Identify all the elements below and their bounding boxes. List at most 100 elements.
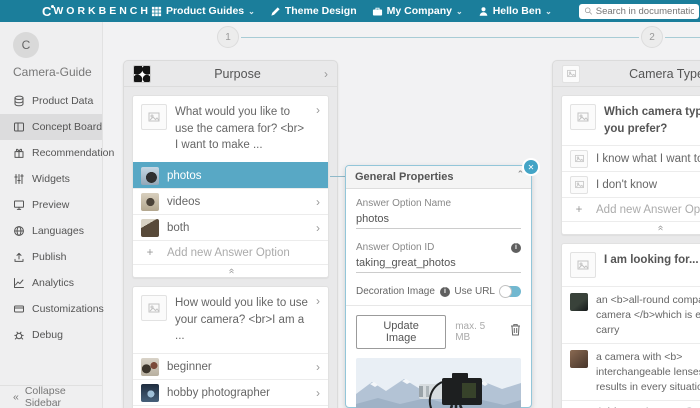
sidebar-item-widgets[interactable]: Widgets bbox=[0, 166, 102, 192]
double-chevron-up-icon: « bbox=[655, 226, 665, 232]
sidebar-item-publish[interactable]: Publish bbox=[0, 244, 102, 270]
question-row[interactable]: What would you like to use the camera fo… bbox=[133, 96, 328, 162]
nav-my-company[interactable]: My Company ⌄ bbox=[372, 5, 463, 17]
add-answer-option-button[interactable]: + Add new Answer Option bbox=[133, 240, 328, 264]
use-url-label: Use URL bbox=[454, 286, 495, 297]
question-row[interactable]: I am looking for... bbox=[562, 244, 700, 286]
collapse-sidebar-button[interactable]: « Collapse Sidebar bbox=[0, 385, 102, 408]
chevron-right-icon: › bbox=[316, 295, 320, 307]
publish-icon bbox=[13, 251, 25, 263]
image-placeholder-icon bbox=[570, 252, 596, 278]
image-placeholder-icon bbox=[141, 295, 167, 321]
bug-icon bbox=[13, 329, 25, 341]
purpose-header-image bbox=[133, 65, 151, 83]
option-thumbnail bbox=[141, 384, 159, 402]
info-icon[interactable]: i bbox=[440, 287, 450, 297]
avatar: C bbox=[13, 32, 39, 58]
nav-hello-ben[interactable]: Hello Ben ⌄ bbox=[478, 5, 552, 17]
close-icon: ✕ bbox=[528, 163, 535, 172]
info-icon[interactable]: i bbox=[511, 243, 521, 253]
option-label: beginner bbox=[167, 361, 308, 373]
plus-icon: + bbox=[141, 247, 159, 259]
max-size-label: max. 5 MB bbox=[455, 321, 501, 343]
sidebar-item-concept-board[interactable]: Concept Board bbox=[0, 114, 102, 140]
step-badge-2[interactable]: 2 bbox=[641, 26, 663, 48]
sidebar-item-label: Preview bbox=[32, 199, 69, 211]
sidebar-item-product-data[interactable]: Product Data bbox=[0, 88, 102, 114]
sidebar-item-label: Debug bbox=[32, 329, 63, 341]
pencil-icon bbox=[270, 6, 281, 17]
close-panel-button[interactable]: ✕ bbox=[522, 158, 540, 176]
answer-option-dont-know[interactable]: I don't know bbox=[562, 171, 700, 197]
top-navigation: Product Guides ⌄ Theme Design My Company… bbox=[151, 4, 700, 19]
sidebar-item-languages[interactable]: Languages bbox=[0, 218, 102, 244]
sidebar-item-recommendation[interactable]: Recommendation bbox=[0, 140, 102, 166]
sidebar-item-label: Widgets bbox=[32, 173, 70, 185]
search-icon bbox=[584, 6, 593, 16]
trash-icon[interactable] bbox=[510, 323, 521, 341]
answer-option-hobby-photographer[interactable]: hobby photographer › bbox=[133, 379, 328, 405]
answer-option-compact-camera[interactable]: an <b>all-round compact camera </b>which… bbox=[562, 286, 700, 343]
chevron-right-icon: › bbox=[316, 361, 320, 373]
decoration-image-row: Decoration Image i Use URL bbox=[356, 286, 521, 297]
question-row[interactable]: Which camera type do you prefer? bbox=[562, 96, 700, 145]
answer-option-photos[interactable]: photos bbox=[133, 162, 328, 188]
collapse-icon: « bbox=[13, 391, 19, 403]
sidebar-item-label: Product Data bbox=[32, 95, 93, 107]
search-input[interactable] bbox=[596, 6, 694, 17]
sidebar-item-label: Analytics bbox=[32, 277, 74, 289]
sidebar-item-label: Languages bbox=[32, 225, 84, 237]
question-card-which-camera-type: Which camera type do you prefer? I know … bbox=[561, 95, 700, 235]
purpose-card-header[interactable]: Purpose › bbox=[124, 61, 337, 87]
answer-option-interchangeable-lenses[interactable]: a camera with <b> interchangeable lenses… bbox=[562, 343, 700, 400]
step-badge-1[interactable]: 1 bbox=[217, 26, 239, 48]
answer-option-id-label-text: Answer Option ID bbox=[356, 242, 434, 253]
collapse-options-button[interactable]: « bbox=[562, 221, 700, 234]
divider bbox=[346, 305, 531, 306]
answer-option-i-know[interactable]: I know what I want to select bbox=[562, 145, 700, 171]
answer-option-both[interactable]: both › bbox=[133, 214, 328, 240]
answer-option-name-label: Answer Option Name bbox=[356, 198, 521, 209]
sidebar-item-debug[interactable]: Debug bbox=[0, 322, 102, 348]
properties-panel-header[interactable]: General Properties ˆ bbox=[346, 166, 531, 189]
nav-product-guides[interactable]: Product Guides ⌄ bbox=[151, 5, 255, 17]
collapse-options-button[interactable]: « bbox=[133, 264, 328, 277]
answer-option-videos[interactable]: videos › bbox=[133, 188, 328, 214]
answer-option-id-label: Answer Option ID i bbox=[356, 242, 521, 253]
answer-option-id-field[interactable]: taking_great_photos bbox=[356, 253, 521, 273]
option-label: I know what I want to select bbox=[596, 153, 700, 165]
question-text: I am looking for... bbox=[604, 252, 700, 269]
use-url-control: Use URL bbox=[454, 286, 521, 297]
camera-type-card-header[interactable]: Camera Type › bbox=[553, 61, 700, 87]
sidebar-item-preview[interactable]: Preview bbox=[0, 192, 102, 218]
option-thumbnail bbox=[570, 293, 588, 311]
answer-option-beginner[interactable]: beginner › bbox=[133, 353, 328, 379]
chevron-right-icon: › bbox=[316, 196, 320, 208]
update-image-button[interactable]: Update Image bbox=[356, 315, 446, 349]
use-url-toggle[interactable] bbox=[500, 286, 521, 297]
monitor-icon bbox=[13, 199, 25, 211]
sidebar-item-customizations[interactable]: Customizations bbox=[0, 296, 102, 322]
purpose-card-body: What would you like to use the camera fo… bbox=[124, 87, 337, 408]
workbench-logo[interactable]: C WORKBENCH bbox=[42, 4, 151, 19]
question-card-looking-for: I am looking for... an <b>all-round comp… bbox=[561, 243, 700, 408]
briefcase-icon bbox=[372, 6, 383, 17]
user-icon bbox=[478, 6, 489, 17]
answer-option-name-field[interactable]: photos bbox=[356, 209, 521, 229]
image-placeholder-icon bbox=[570, 176, 588, 194]
option-label: hobby photographer bbox=[167, 387, 308, 399]
option-thumbnail bbox=[141, 167, 159, 185]
sidebar: C Camera-Guide Product Data Concept Boar… bbox=[0, 22, 103, 408]
sidebar-item-analytics[interactable]: Analytics bbox=[0, 270, 102, 296]
add-answer-option-button[interactable]: + Add new Answer Option bbox=[562, 197, 700, 221]
sidebar-item-label: Customizations bbox=[32, 303, 104, 315]
add-answer-option-button[interactable]: + Add new Answer Option bbox=[562, 400, 700, 408]
sidebar-item-label: Concept Board bbox=[32, 121, 102, 133]
question-row[interactable]: How would you like to use your camera? <… bbox=[133, 287, 328, 353]
image-placeholder-icon bbox=[570, 150, 588, 168]
nav-theme-design[interactable]: Theme Design bbox=[270, 5, 357, 17]
project-title: Camera-Guide bbox=[13, 65, 102, 79]
sliders-icon bbox=[13, 173, 25, 185]
card-icon bbox=[13, 303, 25, 315]
camera-landscape-image bbox=[356, 358, 521, 408]
